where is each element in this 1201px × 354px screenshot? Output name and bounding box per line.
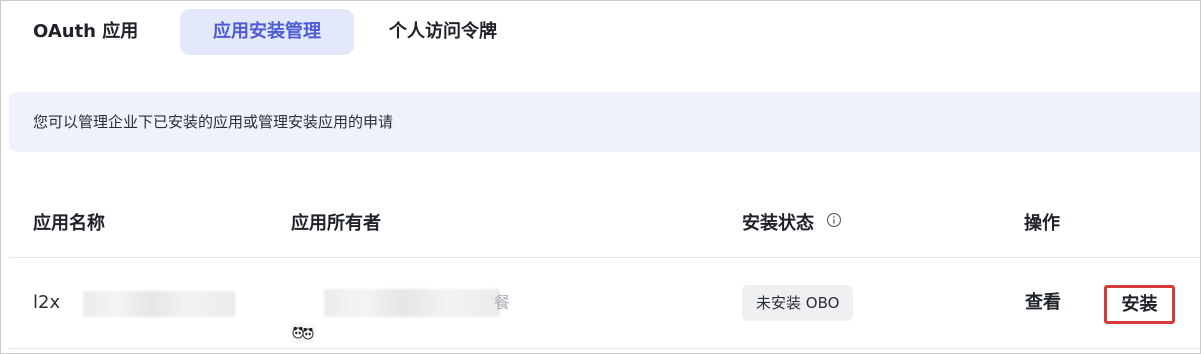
notice-text: 您可以管理企业下已安装的应用或管理安装应用的申请 <box>33 113 394 131</box>
tab-oauth-apps[interactable]: OAuth 应用 <box>11 9 160 55</box>
installed-apps-table: 应用名称 应用所有者 安装状态 操作 l2x 餐 未安装 OBO 查看 安装 <box>9 191 1200 353</box>
tab-personal-access-tokens[interactable]: 个人访问令牌 <box>367 9 519 55</box>
owner-name-tail: 餐 <box>494 293 511 312</box>
column-header-install-status: 安装状态 <box>742 191 842 257</box>
redacted-owner-name <box>324 289 500 317</box>
status-badge: 未安装 OBO <box>742 285 854 321</box>
info-circle-icon[interactable] <box>826 190 842 256</box>
install-button[interactable]: 安装 <box>1104 285 1175 324</box>
install-status-label: 安装状态 <box>742 213 814 234</box>
table-header: 应用名称 应用所有者 安装状态 操作 <box>9 191 1200 258</box>
actions-cell: 查看 安装 <box>1024 258 1194 348</box>
column-header-app-owner: 应用所有者 <box>291 213 381 234</box>
view-button[interactable]: 查看 <box>1025 258 1061 348</box>
column-header-actions: 操作 <box>1024 213 1060 234</box>
tab-bar: OAuth 应用 应用安装管理 个人访问令牌 <box>1 1 1200 65</box>
panda-avatar-icon <box>291 293 315 343</box>
app-install-management-page: OAuth 应用 应用安装管理 个人访问令牌 您可以管理企业下已安装的应用或管理… <box>0 0 1201 354</box>
redacted-app-name <box>83 291 235 317</box>
column-header-app-name: 应用名称 <box>33 213 105 234</box>
table-row: l2x 餐 未安装 OBO 查看 安装 <box>9 258 1200 349</box>
info-notice: 您可以管理企业下已安装的应用或管理安装应用的申请 <box>9 92 1200 152</box>
tab-app-install-management[interactable]: 应用安装管理 <box>180 9 354 55</box>
app-name: l2x <box>33 292 61 313</box>
